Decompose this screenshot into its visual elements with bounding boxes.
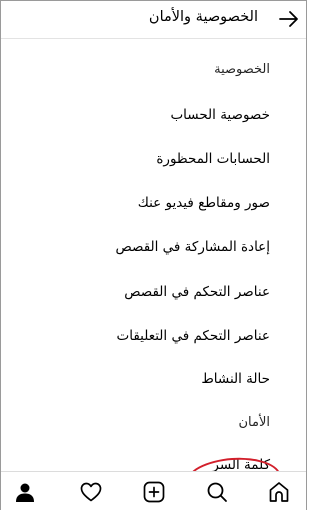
list-item-label: إعادة المشاركة في القصص — [115, 239, 270, 255]
list-item-label: عناصر التحكم في التعليقات — [116, 328, 270, 344]
page-title: الخصوصية والأمان — [148, 9, 258, 25]
top-bar: الخصوصية والأمان — [1, 1, 306, 39]
app-screen: الخصوصية والأمان الخصوصية خصوصية الحساب … — [0, 0, 307, 510]
profile-icon[interactable] — [13, 480, 37, 504]
home-icon[interactable] — [267, 480, 291, 504]
section-header-label: الخصوصية — [214, 62, 270, 77]
search-icon[interactable] — [205, 480, 229, 504]
list-item-label: حالة النشاط — [201, 371, 270, 387]
list-item-label: عناصر التحكم في القصص — [124, 284, 270, 300]
section-header-label: الأمان — [238, 415, 271, 430]
arrow-right-icon[interactable] — [278, 9, 300, 29]
list-item-label: خصوصية الحساب — [170, 107, 270, 123]
bottom-tab-bar — [1, 471, 306, 510]
add-post-icon[interactable] — [142, 480, 166, 504]
heart-icon[interactable] — [79, 480, 103, 504]
list-item-label: صور ومقاطع فيديو عنك — [137, 195, 270, 211]
list-item-label: الحسابات المحظورة — [156, 151, 270, 167]
